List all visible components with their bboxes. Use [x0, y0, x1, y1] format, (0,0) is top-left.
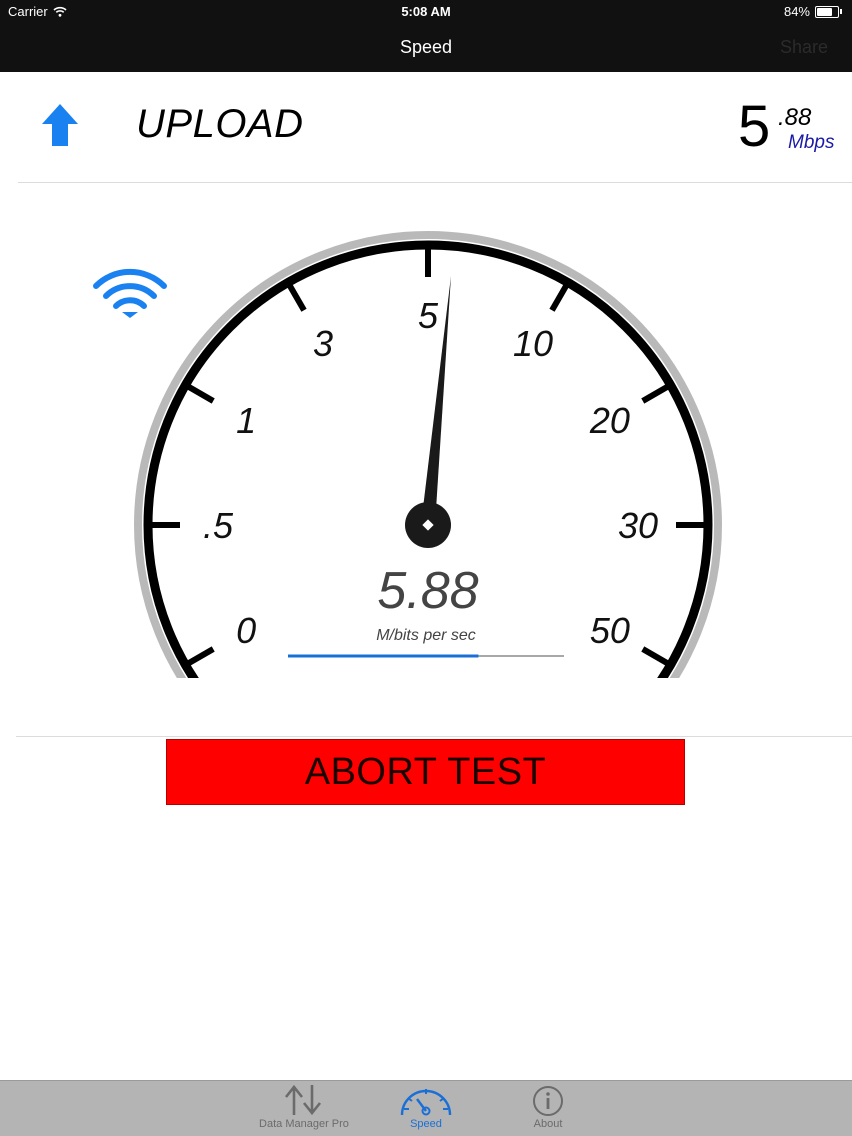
gauge-readout: 5.88 [377, 562, 478, 620]
tab-label: Data Manager Pro [259, 1118, 349, 1130]
gauge-tick [185, 646, 215, 667]
gauge-tick [641, 383, 671, 404]
test-direction-label: UPLOAD [136, 102, 304, 146]
gauge-tick-label: 3 [313, 323, 333, 364]
gauge-tick-label: 20 [589, 400, 630, 441]
gauge-tick-label: 1 [236, 400, 256, 441]
abort-test-button[interactable]: ABORT TEST [166, 739, 685, 805]
status-time: 5:08 AM [401, 4, 451, 19]
gauge-tick-label: 10 [513, 323, 553, 364]
rate-unit: Mbps [788, 132, 835, 153]
rate-whole: 5 [738, 94, 771, 159]
gauge-tick-label: 0 [236, 610, 256, 651]
gauge-tick [185, 383, 215, 404]
nav-title: Speed [399, 37, 453, 57]
tab-speed[interactable]: Speed [366, 1083, 486, 1135]
gauge-tick [286, 282, 307, 312]
share-button[interactable]: Share [780, 37, 828, 58]
tab-data-manager-pro[interactable]: Data Manager Pro [244, 1083, 364, 1135]
speedometer-icon [400, 1089, 452, 1116]
rate-fraction: .88 [778, 104, 812, 131]
speed-gauge: 0 .5 1 3 5 10 20 30 50 5.88 M/bits per sec [134, 231, 722, 678]
battery-fill [817, 7, 833, 16]
gauge-tick-label: 5 [418, 295, 439, 336]
transfer-arrows-icon [284, 1084, 322, 1116]
tab-bar: Data Manager Pro Speed About [0, 1080, 852, 1136]
tab-label: About [533, 1118, 563, 1130]
tab-about[interactable]: About [488, 1083, 608, 1135]
navigation-bar: Speed Share [0, 24, 852, 72]
gauge-tick [549, 282, 570, 312]
test-header: UPLOAD 5 .88 Mbps [0, 72, 852, 182]
gauge-tick-label: .5 [203, 505, 234, 546]
battery-percent: 84% [783, 4, 810, 19]
gauge-tick-label: 50 [590, 610, 630, 651]
battery-icon [815, 5, 839, 18]
tab-label: Speed [410, 1118, 442, 1130]
gauge-readout-unit: M/bits per sec [376, 627, 476, 644]
upload-arrow-icon [42, 104, 78, 146]
gauge-tick-label: 30 [618, 505, 658, 546]
info-icon [533, 1086, 563, 1116]
battery-tip [840, 9, 842, 14]
header-divider [18, 182, 852, 183]
gauge-divider [16, 736, 852, 737]
status-bar: Carrier 5:08 AM 84% [0, 0, 852, 24]
status-battery-group: 84% [784, 4, 842, 19]
gauge-tick [641, 646, 671, 667]
